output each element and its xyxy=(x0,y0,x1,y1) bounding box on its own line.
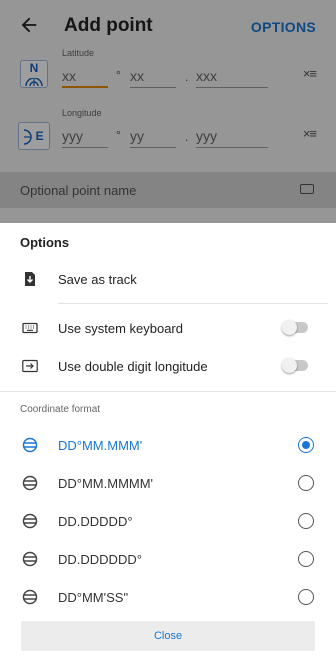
format-radio[interactable] xyxy=(298,551,314,567)
format-option[interactable]: DD.DDDDD° xyxy=(0,502,336,540)
format-radio[interactable] xyxy=(298,475,314,491)
globe-icon xyxy=(22,551,38,567)
format-label: DD.DDDDD° xyxy=(58,514,133,529)
format-radio[interactable] xyxy=(298,437,314,453)
format-label: DD°MM.MMMM' xyxy=(58,476,154,491)
format-label: DD.DDDDDD° xyxy=(58,552,142,567)
system-keyboard-toggle[interactable] xyxy=(282,320,308,335)
sheet-title: Options xyxy=(20,235,70,250)
globe-icon xyxy=(22,475,38,491)
format-label: DD°MM'SS" xyxy=(58,590,129,605)
save-as-track-option[interactable]: Save as track xyxy=(0,260,336,298)
toggle-knob xyxy=(282,358,297,373)
coordinate-format-label: Coordinate format xyxy=(20,404,101,415)
format-option[interactable]: DD.DDDDDD° xyxy=(0,540,336,578)
format-radio[interactable] xyxy=(298,513,314,529)
globe-icon xyxy=(22,513,38,529)
close-button[interactable]: Close xyxy=(21,621,315,651)
format-option[interactable]: DD°MM.MMMM' xyxy=(0,464,336,502)
format-option[interactable]: DD°MM.MMM' xyxy=(0,426,336,464)
scrim-overlay[interactable] xyxy=(0,0,336,225)
option-label: Use system keyboard xyxy=(58,321,183,336)
use-system-keyboard-option[interactable]: Use system keyboard xyxy=(0,309,336,347)
format-radio[interactable] xyxy=(298,589,314,605)
option-label: Save as track xyxy=(58,272,137,287)
format-option[interactable]: DD°MM'SS" xyxy=(0,578,336,616)
keyboard-icon xyxy=(22,322,38,334)
options-bottom-sheet: Options Save as track Use system keyboar… xyxy=(0,223,336,664)
toggle-knob xyxy=(282,320,297,335)
save-track-icon xyxy=(25,272,35,286)
double-digit-longitude-toggle[interactable] xyxy=(282,358,308,373)
option-label: Use double digit longitude xyxy=(58,359,208,374)
globe-icon xyxy=(22,589,38,605)
divider xyxy=(58,303,328,304)
arrow-box-icon xyxy=(22,359,38,373)
format-label: DD°MM.MMM' xyxy=(58,438,143,453)
globe-icon xyxy=(22,437,38,453)
double-digit-longitude-option[interactable]: Use double digit longitude xyxy=(0,347,336,385)
divider xyxy=(0,391,336,392)
